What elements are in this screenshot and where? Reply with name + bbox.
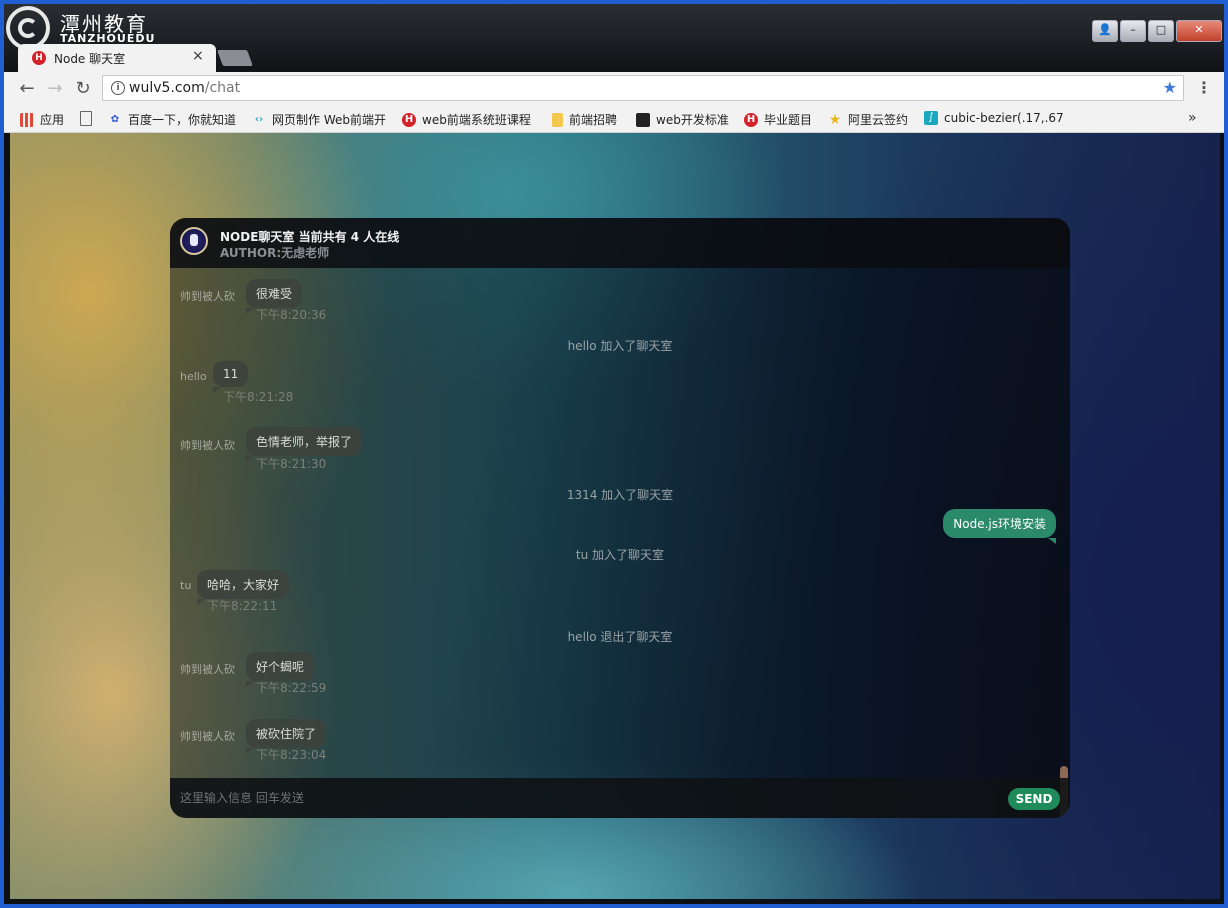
message-sender: 帅到被人砍 bbox=[180, 730, 235, 743]
chat-header: NODE聊天室 当前共有 4 人在线 AUTHOR:无虑老师 bbox=[170, 218, 1070, 268]
minimize-button[interactable]: – bbox=[1120, 20, 1146, 42]
bookmark-baidu[interactable]: ✿ 百度一下，你就知道 bbox=[108, 111, 236, 128]
forward-arrow-icon[interactable]: → bbox=[44, 78, 66, 100]
baidu-icon: ✿ bbox=[110, 113, 120, 125]
message-list: 帅到被人砍 很难受 下午8:20:36 hello 加入了聊天室 hello 1… bbox=[170, 268, 1070, 818]
h-logo-icon: H bbox=[32, 51, 46, 65]
bookmark-icon bbox=[636, 112, 650, 127]
user-icon[interactable]: 👤 bbox=[1092, 20, 1118, 42]
tab-node-chat[interactable]: H Node 聊天室 × bbox=[18, 44, 216, 72]
h-logo-icon: H bbox=[744, 112, 758, 127]
browser-toolbar: ← → ↻ i wulv5.com/chat ★ ⋮ bbox=[4, 72, 1224, 106]
message-time: 下午8:21:30 bbox=[256, 457, 327, 471]
page-content: NODE聊天室 当前共有 4 人在线 AUTHOR:无虑老师 帅到被人砍 很难受… bbox=[10, 133, 1220, 899]
system-notice: tu 加入了聊天室 bbox=[575, 548, 665, 562]
h-logo-icon: H bbox=[402, 112, 416, 127]
own-message-bubble: Node.js环境安装 bbox=[943, 509, 1056, 544]
code-icon: ‹› bbox=[254, 113, 264, 125]
url-path: /chat bbox=[204, 80, 241, 96]
back-arrow-icon[interactable]: ← bbox=[16, 78, 38, 100]
bookmark-label: web前端系统班课程 bbox=[422, 113, 531, 127]
message-input[interactable] bbox=[180, 788, 980, 808]
system-notice: 1314 加入了聊天室 bbox=[566, 488, 674, 502]
title-bar: 潭州教育 TANZHOUEDU H Node 聊天室 × 👤 – □ ✕ bbox=[4, 4, 1224, 72]
menu-dots-icon[interactable]: ⋮ bbox=[1196, 78, 1212, 97]
reload-icon[interactable]: ↻ bbox=[72, 78, 94, 100]
message-time: 下午8:21:28 bbox=[223, 390, 294, 404]
chat-title: NODE聊天室 当前共有 4 人在线 bbox=[220, 230, 400, 244]
info-icon[interactable]: i bbox=[111, 81, 125, 95]
message-bubble: 色情老师，举报了 bbox=[246, 427, 363, 462]
bookmark-label: 毕业题目 bbox=[764, 113, 813, 127]
url-host: wulv5.com bbox=[129, 80, 205, 96]
avatar bbox=[180, 227, 208, 255]
bookmark-aliyun[interactable]: ★ 阿里云签约 bbox=[828, 111, 908, 128]
send-button[interactable]: SEND bbox=[1008, 788, 1060, 810]
chat-panel: NODE聊天室 当前共有 4 人在线 AUTHOR:无虑老师 帅到被人砍 很难受… bbox=[170, 218, 1070, 818]
message-time: 下午8:20:36 bbox=[256, 308, 327, 322]
bookmark-web-front[interactable]: ‹› 网页制作 Web前端开 bbox=[252, 111, 386, 128]
bookmark-label: 百度一下，你就知道 bbox=[128, 113, 237, 127]
window-controls: 👤 – □ ✕ bbox=[1092, 20, 1222, 42]
close-tab-icon[interactable]: × bbox=[192, 48, 204, 64]
bookmark-label: 阿里云签约 bbox=[848, 113, 909, 127]
bookmarks-more-icon[interactable]: » bbox=[1188, 110, 1197, 126]
bookmark-cubic-bezier[interactable]: ∫ cubic-bezier(.17,.67 bbox=[924, 111, 1064, 125]
message-sender: 帅到被人砍 bbox=[180, 290, 235, 303]
bookmark-page[interactable] bbox=[80, 111, 92, 126]
bookmarks-bar: 应用 ✿ 百度一下，你就知道 ‹› 网页制作 Web前端开 H web前端系统班… bbox=[4, 106, 1224, 133]
bookmark-label: 网页制作 Web前端开 bbox=[272, 113, 386, 127]
close-window-button[interactable]: ✕ bbox=[1176, 20, 1222, 42]
input-bar: SEND bbox=[170, 778, 1070, 818]
bookmark-web-course[interactable]: H web前端系统班课程 bbox=[402, 111, 531, 128]
bookmark-web-std[interactable]: web开发标准 bbox=[636, 111, 729, 128]
chat-author: AUTHOR:无虑老师 bbox=[220, 246, 330, 260]
message-sender: tu bbox=[180, 579, 192, 592]
message-bubble: 很难受 bbox=[246, 279, 303, 314]
maximize-button[interactable]: □ bbox=[1148, 20, 1174, 42]
system-notice: hello 加入了聊天室 bbox=[567, 339, 673, 353]
bookmark-label: web开发标准 bbox=[656, 113, 729, 127]
message-sender: 帅到被人砍 bbox=[180, 663, 235, 676]
message-time: 下午8:23:04 bbox=[256, 748, 327, 762]
bookmark-jobs[interactable]: 前端招聘 bbox=[552, 111, 617, 128]
bookmark-label: 前端招聘 bbox=[569, 113, 618, 127]
page-icon bbox=[80, 111, 92, 126]
bookmark-thesis[interactable]: H 毕业题目 bbox=[744, 111, 812, 128]
bookmark-label: cubic-bezier(.17,.67 bbox=[944, 111, 1064, 125]
url-text[interactable]: wulv5.com/chat bbox=[129, 80, 240, 96]
apps-grid-icon bbox=[20, 112, 34, 127]
system-notice: hello 退出了聊天室 bbox=[567, 630, 673, 644]
new-tab-button[interactable] bbox=[217, 50, 253, 66]
bookmark-apps[interactable]: 应用 bbox=[20, 111, 64, 128]
message-sender: 帅到被人砍 bbox=[180, 439, 235, 452]
message-bubble: 好个蝎呢 bbox=[246, 652, 315, 687]
bookmark-star-icon[interactable]: ★ bbox=[1163, 78, 1177, 97]
message-time: 下午8:22:59 bbox=[256, 681, 327, 695]
folder-icon bbox=[552, 112, 563, 127]
message-bubble: 哈哈，大家好 bbox=[197, 570, 290, 605]
message-sender: hello bbox=[180, 370, 207, 383]
message-time: 下午8:22:11 bbox=[207, 599, 278, 613]
message-bubble: 11 bbox=[213, 361, 249, 393]
address-bar[interactable]: i wulv5.com/chat ★ bbox=[102, 75, 1184, 101]
tab-title: Node 聊天室 bbox=[54, 52, 126, 66]
bookmark-label: 应用 bbox=[40, 113, 65, 127]
message-bubble: 被砍住院了 bbox=[246, 719, 327, 754]
curve-icon: ∫ bbox=[924, 111, 938, 125]
star-icon: ★ bbox=[828, 111, 842, 128]
browser-window: 潭州教育 TANZHOUEDU H Node 聊天室 × 👤 – □ ✕ ← →… bbox=[4, 4, 1224, 904]
